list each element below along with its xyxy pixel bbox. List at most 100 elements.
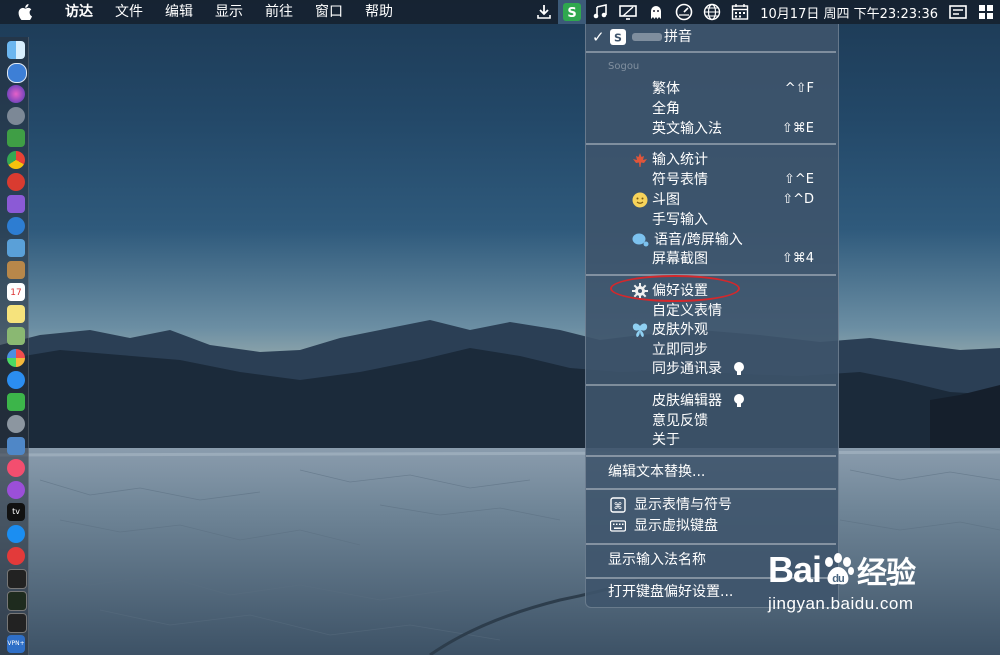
launchpad-icon[interactable] [7, 107, 25, 125]
menu-item-input-stats[interactable]: 输入统计 [586, 150, 836, 170]
photos-preview-icon[interactable] [7, 327, 25, 345]
menu-item-label: 显示表情与符号 [634, 497, 732, 513]
menu-item-shortcut: ^⇧F [784, 81, 814, 96]
music-note-icon[interactable] [586, 0, 614, 24]
section-label: Sogou [608, 61, 640, 72]
menu-item-screenshot[interactable]: 屏幕截图 ⇧⌘4 [586, 249, 836, 269]
menu-item-label: 全角 [652, 101, 680, 117]
app-red-icon[interactable] [7, 173, 25, 191]
menu-item-custom-emoji[interactable]: 自定义表情 [586, 301, 836, 321]
terminal-icon[interactable] [7, 569, 27, 589]
menu-app-finder[interactable]: 访达 [54, 0, 104, 24]
menu-section-header: Sogou [586, 59, 836, 75]
menu-item-show-virtual-keyboard[interactable]: 显示虚拟键盘 [586, 516, 836, 536]
command-key-icon: ⌘ [610, 497, 626, 513]
dock: 17 tv VPN+ [0, 37, 29, 655]
menubar-clock[interactable]: 10月17日 周四 下午23:23:36 [754, 3, 944, 22]
menu-separator [586, 51, 836, 53]
ghost-icon[interactable] [642, 0, 670, 24]
photos-icon[interactable] [7, 349, 25, 367]
android-icon[interactable] [7, 129, 25, 147]
messages-icon[interactable] [7, 371, 25, 389]
safari-icon[interactable] [7, 63, 27, 83]
menu-item-feedback[interactable]: 意见反馈 [586, 411, 836, 431]
menu-file[interactable]: 文件 [104, 0, 154, 24]
vpn-icon[interactable]: VPN+ [7, 635, 25, 653]
terminal2-icon[interactable] [7, 613, 27, 633]
xcode-icon[interactable] [7, 217, 25, 235]
appstore-icon[interactable] [7, 525, 25, 543]
watermark-logo: Bai du 经验 [768, 548, 916, 592]
app-purple-icon[interactable] [7, 195, 25, 213]
menu-item-sync-contacts[interactable]: 同步通讯录 [586, 359, 836, 379]
vivaldi-icon[interactable] [7, 547, 25, 565]
menu-item-about[interactable]: 关于 [586, 430, 836, 450]
menu-item-skin[interactable]: 皮肤外观 [586, 320, 836, 340]
menu-item-show-emoji-symbols[interactable]: ⌘ 显示表情与符号 [586, 495, 836, 515]
menu-item-label: 皮肤外观 [652, 322, 708, 338]
menu-item-label: 显示输入法名称 [608, 552, 706, 568]
menu-item-shortcut: ⇧^D [782, 192, 814, 207]
keynote-icon[interactable] [7, 437, 25, 455]
status-area: S 10月17日 周四 下午23:23:36 [530, 0, 1000, 24]
menu-item-label: 打开键盘偏好设置... [608, 584, 734, 600]
globe-icon[interactable] [698, 0, 726, 24]
menu-separator [586, 274, 836, 276]
chrome-icon[interactable] [7, 151, 25, 169]
menu-go[interactable]: 前往 [254, 0, 304, 24]
sogou-ime-icon[interactable]: S [558, 0, 587, 24]
siri-icon[interactable] [7, 85, 25, 103]
menu-item-fullwidth[interactable]: 全角 [586, 99, 836, 119]
preview-icon[interactable] [7, 239, 25, 257]
menu-item-current-input[interactable]: ✓ S 拼音 [586, 27, 836, 47]
calendar-icon[interactable]: 17 [7, 283, 25, 301]
menu-item-doutu[interactable]: 斗图 ⇧^D [586, 190, 836, 210]
watermark-logo-text: Bai [768, 549, 822, 590]
menu-item-traditional[interactable]: 繁体 ^⇧F [586, 79, 836, 99]
activity-monitor-icon[interactable] [7, 591, 27, 611]
watermark-url: jingyan.baidu.com [768, 594, 914, 613]
menu-view[interactable]: 显示 [204, 0, 254, 24]
system-prefs-icon[interactable] [7, 415, 25, 433]
speedometer-icon[interactable] [670, 0, 698, 24]
menu-item-label: 显示虚拟键盘 [634, 518, 718, 534]
menu-item-label: 手写输入 [652, 212, 708, 228]
appletv-icon[interactable]: tv [7, 503, 25, 521]
apple-menu-icon[interactable] [18, 4, 38, 20]
menu-item-label: 意见反馈 [652, 413, 708, 429]
menu-item-english-mode[interactable]: 英文输入法 ⇧⌘E [586, 119, 836, 139]
menu-item-voice-input[interactable]: 语音/跨屏输入 [586, 230, 836, 250]
sogou-logo-icon: S [610, 29, 626, 51]
menu-window[interactable]: 窗口 [304, 0, 354, 24]
display-icon[interactable] [614, 0, 642, 24]
menu-item-symbols-emoji[interactable]: 符号表情 ⇧^E [586, 170, 836, 190]
butterfly-icon [632, 322, 648, 338]
current-input-label: 拼音 [664, 29, 692, 45]
podcasts-icon[interactable] [7, 481, 25, 499]
menu-item-label: 英文输入法 [652, 121, 722, 137]
menu-item-text-replace[interactable]: 编辑文本替换... [586, 462, 836, 482]
menu-item-sync-now[interactable]: 立即同步 [586, 340, 836, 360]
download-icon[interactable] [530, 0, 558, 24]
menu-item-handwriting[interactable]: 手写输入 [586, 210, 836, 230]
svg-text:⌘: ⌘ [614, 502, 623, 512]
menu-edit[interactable]: 编辑 [154, 0, 204, 24]
stickies-icon[interactable] [7, 305, 25, 323]
menu-item-label: 自定义表情 [652, 303, 722, 319]
music-icon[interactable] [7, 459, 25, 477]
speech-bubble-icon [632, 232, 649, 248]
notes-icon[interactable] [7, 261, 25, 279]
menu-item-shortcut: ⇧⌘4 [781, 251, 814, 266]
menu-item-label: 立即同步 [652, 342, 708, 358]
finder-icon[interactable] [7, 41, 25, 59]
menu-help[interactable]: 帮助 [354, 0, 404, 24]
screen-icon[interactable] [944, 0, 972, 24]
facetime-icon[interactable] [7, 393, 25, 411]
menu-item-label: 输入统计 [652, 152, 708, 168]
grid-icon[interactable] [972, 0, 1000, 24]
menu-item-label: 关于 [652, 432, 680, 448]
calendar-icon[interactable] [726, 0, 754, 24]
smiley-face-icon [632, 192, 648, 208]
menu-separator [586, 455, 836, 457]
menu-item-skin-editor[interactable]: 皮肤编辑器 [586, 391, 836, 411]
